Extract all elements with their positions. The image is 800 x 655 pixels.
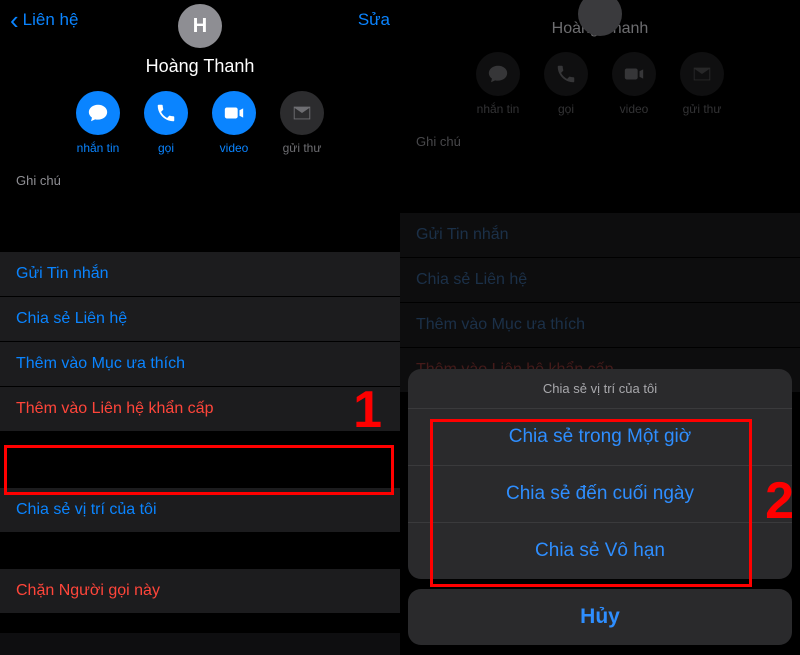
video-label: video <box>220 141 249 155</box>
edit-button[interactable]: Sửa <box>358 10 390 30</box>
annotation-marker-2: 2 <box>765 471 794 531</box>
chevron-left-icon: ‹ <box>10 7 19 33</box>
screenshot-step-2: Hoàng Thanh nhắn tin gọi video <box>400 0 800 655</box>
screenshot-step-1: ‹ Liên hệ Sửa H Hoàng Thanh nhắn tin gọi <box>0 0 400 655</box>
avatar-initial: H <box>193 15 207 38</box>
sheet-title: Chia sẻ vị trí của tôi <box>408 369 792 409</box>
video-icon <box>212 91 256 135</box>
mail-action: gửi thư <box>280 91 324 155</box>
sheet-option-indefinitely[interactable]: Chia sẻ Vô hạn <box>408 523 792 579</box>
contact-name: Hoàng Thanh <box>0 56 400 77</box>
row-send-message[interactable]: Gửi Tin nhắn <box>0 252 400 297</box>
row-share-location[interactable]: Chia sẻ vị trí của tôi <box>0 488 400 533</box>
tab-bar <box>0 633 400 655</box>
back-button[interactable]: ‹ Liên hệ <box>10 7 78 33</box>
avatar[interactable]: H <box>178 4 222 48</box>
row-block-caller[interactable]: Chặn Người gọi này <box>0 569 400 614</box>
row-add-emergency[interactable]: Thêm vào Liên hệ khẩn cấp <box>0 387 400 432</box>
back-label: Liên hệ <box>23 10 79 30</box>
action-sheet: Chia sẻ vị trí của tôi Chia sẻ trong Một… <box>408 369 792 645</box>
notes-header: Ghi chú <box>0 155 400 194</box>
notes-body[interactable] <box>0 194 400 252</box>
message-label: nhắn tin <box>77 141 120 155</box>
action-row: nhắn tin gọi video gửi thư <box>0 91 400 155</box>
message-action[interactable]: nhắn tin <box>76 91 120 155</box>
sheet-cancel-button[interactable]: Hủy <box>408 589 792 645</box>
mail-icon <box>280 91 324 135</box>
sheet-option-end-of-day[interactable]: Chia sẻ đến cuối ngày <box>408 466 792 523</box>
video-action[interactable]: video <box>212 91 256 155</box>
sheet-option-one-hour[interactable]: Chia sẻ trong Một giờ <box>408 409 792 466</box>
section-gap <box>0 432 400 488</box>
annotation-marker-1: 1 <box>353 380 382 440</box>
phone-icon <box>144 91 188 135</box>
message-icon <box>76 91 120 135</box>
row-add-favorite[interactable]: Thêm vào Mục ưa thích <box>0 342 400 387</box>
mail-label: gửi thư <box>283 141 322 155</box>
call-label: gọi <box>158 141 174 155</box>
call-action[interactable]: gọi <box>144 91 188 155</box>
section-gap <box>0 533 400 569</box>
row-share-contact[interactable]: Chia sẻ Liên hệ <box>0 297 400 342</box>
